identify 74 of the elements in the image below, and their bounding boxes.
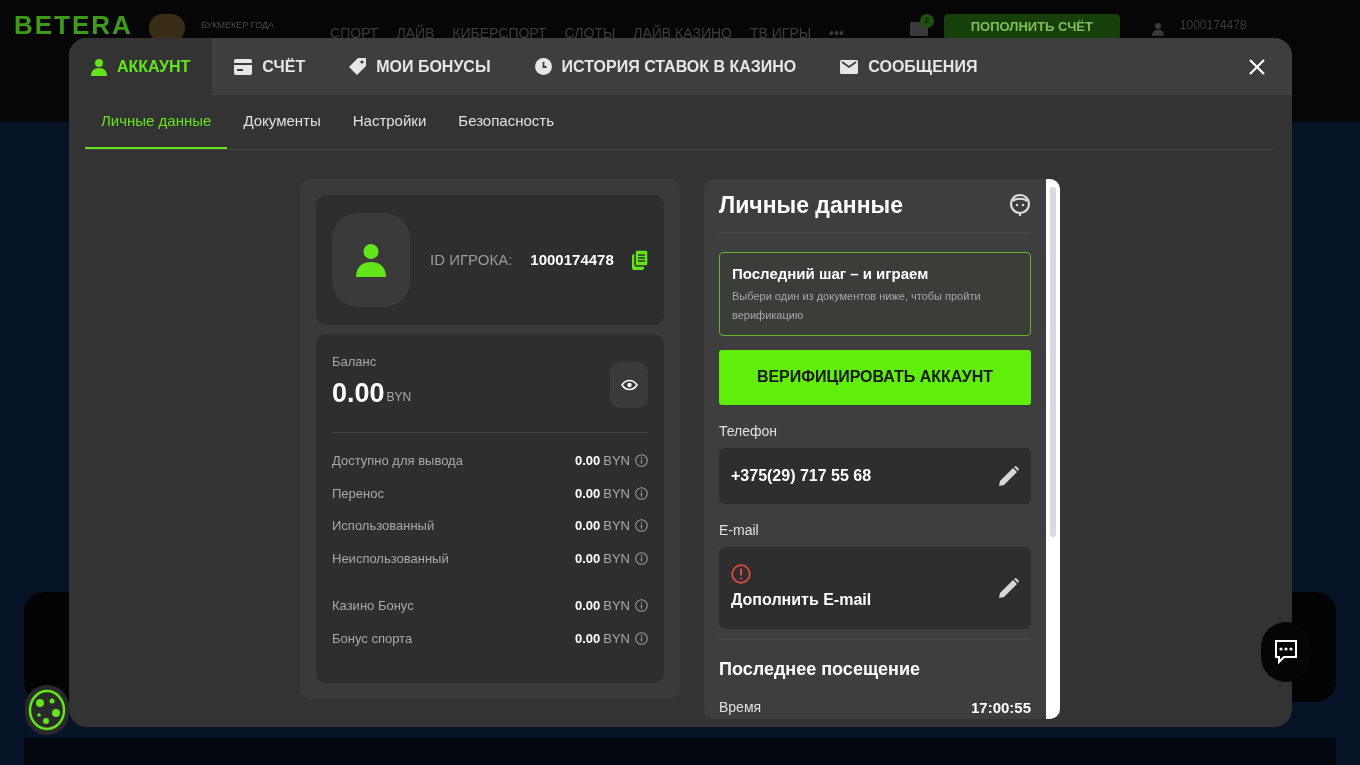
contact-field[interactable]: +375(29) 717 55 68 xyxy=(719,447,1031,504)
section-tab[interactable]: Безопасность xyxy=(442,95,570,149)
player-id: 1000174478 xyxy=(530,249,614,270)
eye-icon xyxy=(620,379,638,391)
field-value: +375(29) 717 55 68 xyxy=(731,465,873,486)
info-icon[interactable] xyxy=(635,599,648,613)
balance-row-label: Казино Бонус xyxy=(332,597,415,615)
user-icon xyxy=(1151,22,1164,36)
visit-value: 17:00:55 xyxy=(970,697,1031,718)
deposit-button[interactable]: ПОПОЛНИТЬ СЧЁТ xyxy=(943,14,1120,40)
balance-row-label: Доступно для вывода xyxy=(332,452,464,470)
info-icon[interactable] xyxy=(635,486,648,500)
balance-row-amount: 0.00 xyxy=(574,549,601,568)
notice-title: Последний шаг – и играем xyxy=(732,263,930,284)
account-tab[interactable]: АККАУНТ xyxy=(69,38,213,95)
balance-row-currency: BYN xyxy=(603,517,630,535)
account-tab[interactable]: СООБЩЕНИЯ xyxy=(818,38,1000,95)
account-tab[interactable]: СЧЁТ xyxy=(212,38,328,95)
field-label: E-mail xyxy=(719,520,760,540)
notification-badge: 2 xyxy=(919,14,934,28)
card-icon xyxy=(234,58,253,75)
chat-icon xyxy=(1274,639,1298,665)
section-tab[interactable]: Документы xyxy=(227,95,337,149)
user-icon xyxy=(91,57,107,76)
balance-row-amount: 0.00 xyxy=(574,629,601,648)
scrollbar-thumb[interactable] xyxy=(1050,187,1056,537)
site-logo: BETERA xyxy=(14,14,133,36)
contact-field[interactable]: Дополнить E-mail xyxy=(719,546,1031,629)
balance-row-label: Использованный xyxy=(332,517,436,535)
clock-icon xyxy=(534,58,552,75)
mail-icon xyxy=(840,59,859,74)
account-tab[interactable]: МОИ БОНУСЫ xyxy=(327,38,513,95)
balance-row-amount: 0.00 xyxy=(574,484,601,503)
support-agent-icon[interactable] xyxy=(1009,193,1031,218)
balance-row-label: Неиспользованный xyxy=(332,549,450,568)
balance-row-currency: BYN xyxy=(603,452,630,470)
balance-amount: 0.00 xyxy=(332,377,385,408)
user-icon xyxy=(356,242,386,278)
balance-row-amount: 0.00 xyxy=(574,517,601,535)
balance-row-currency: BYN xyxy=(603,484,630,503)
section-tab[interactable]: Настройки xyxy=(336,95,443,149)
field-value: Дополнить E-mail xyxy=(731,589,873,610)
cookie-icon xyxy=(28,689,66,731)
balance-row-label: Бонус спорта xyxy=(332,629,414,648)
account-tab[interactable]: ИСТОРИЯ СТАВОК В КАЗИНО xyxy=(512,38,819,95)
section-title: Последнее посещение xyxy=(719,657,922,681)
show-balance-button[interactable] xyxy=(610,362,648,408)
section-tab[interactable]: Личные данные xyxy=(85,95,228,149)
balance-row-currency: BYN xyxy=(603,629,630,648)
balance-currency: BYN xyxy=(386,388,412,406)
verify-account-button[interactable]: ВЕРИФИЦИРОВАТЬ АККАУНТ xyxy=(719,350,1031,405)
edit-icon[interactable] xyxy=(999,465,1019,486)
visit-label: Время xyxy=(719,697,762,717)
field-label: Телефон xyxy=(719,421,779,441)
copy-icon[interactable] xyxy=(631,250,648,270)
info-icon[interactable] xyxy=(635,519,648,533)
info-icon[interactable] xyxy=(635,551,648,565)
balance-row-amount: 0.00 xyxy=(574,597,601,615)
info-icon[interactable] xyxy=(635,631,648,645)
info-icon[interactable] xyxy=(635,454,648,468)
balance-row-label: Перенос xyxy=(332,484,385,503)
balance-row-currency: BYN xyxy=(603,597,630,615)
balance-label: Баланс xyxy=(332,353,378,371)
award-text: БУКМЕКЕР ГОДА xyxy=(200,19,275,32)
player-id-label: ID ИГРОКА: xyxy=(430,249,513,270)
warning-icon xyxy=(731,563,751,584)
close-icon xyxy=(1249,58,1265,75)
balance-row-currency: BYN xyxy=(603,549,630,568)
notice-text: Выбери один из документов ниже, чтобы пройти верификацию xyxy=(732,289,982,324)
tag-icon xyxy=(349,58,367,75)
balance-row-amount: 0.00 xyxy=(574,452,601,470)
edit-icon[interactable] xyxy=(999,577,1019,598)
floating-action-button[interactable] xyxy=(25,685,69,735)
panel-title: Личные данные xyxy=(719,191,903,221)
